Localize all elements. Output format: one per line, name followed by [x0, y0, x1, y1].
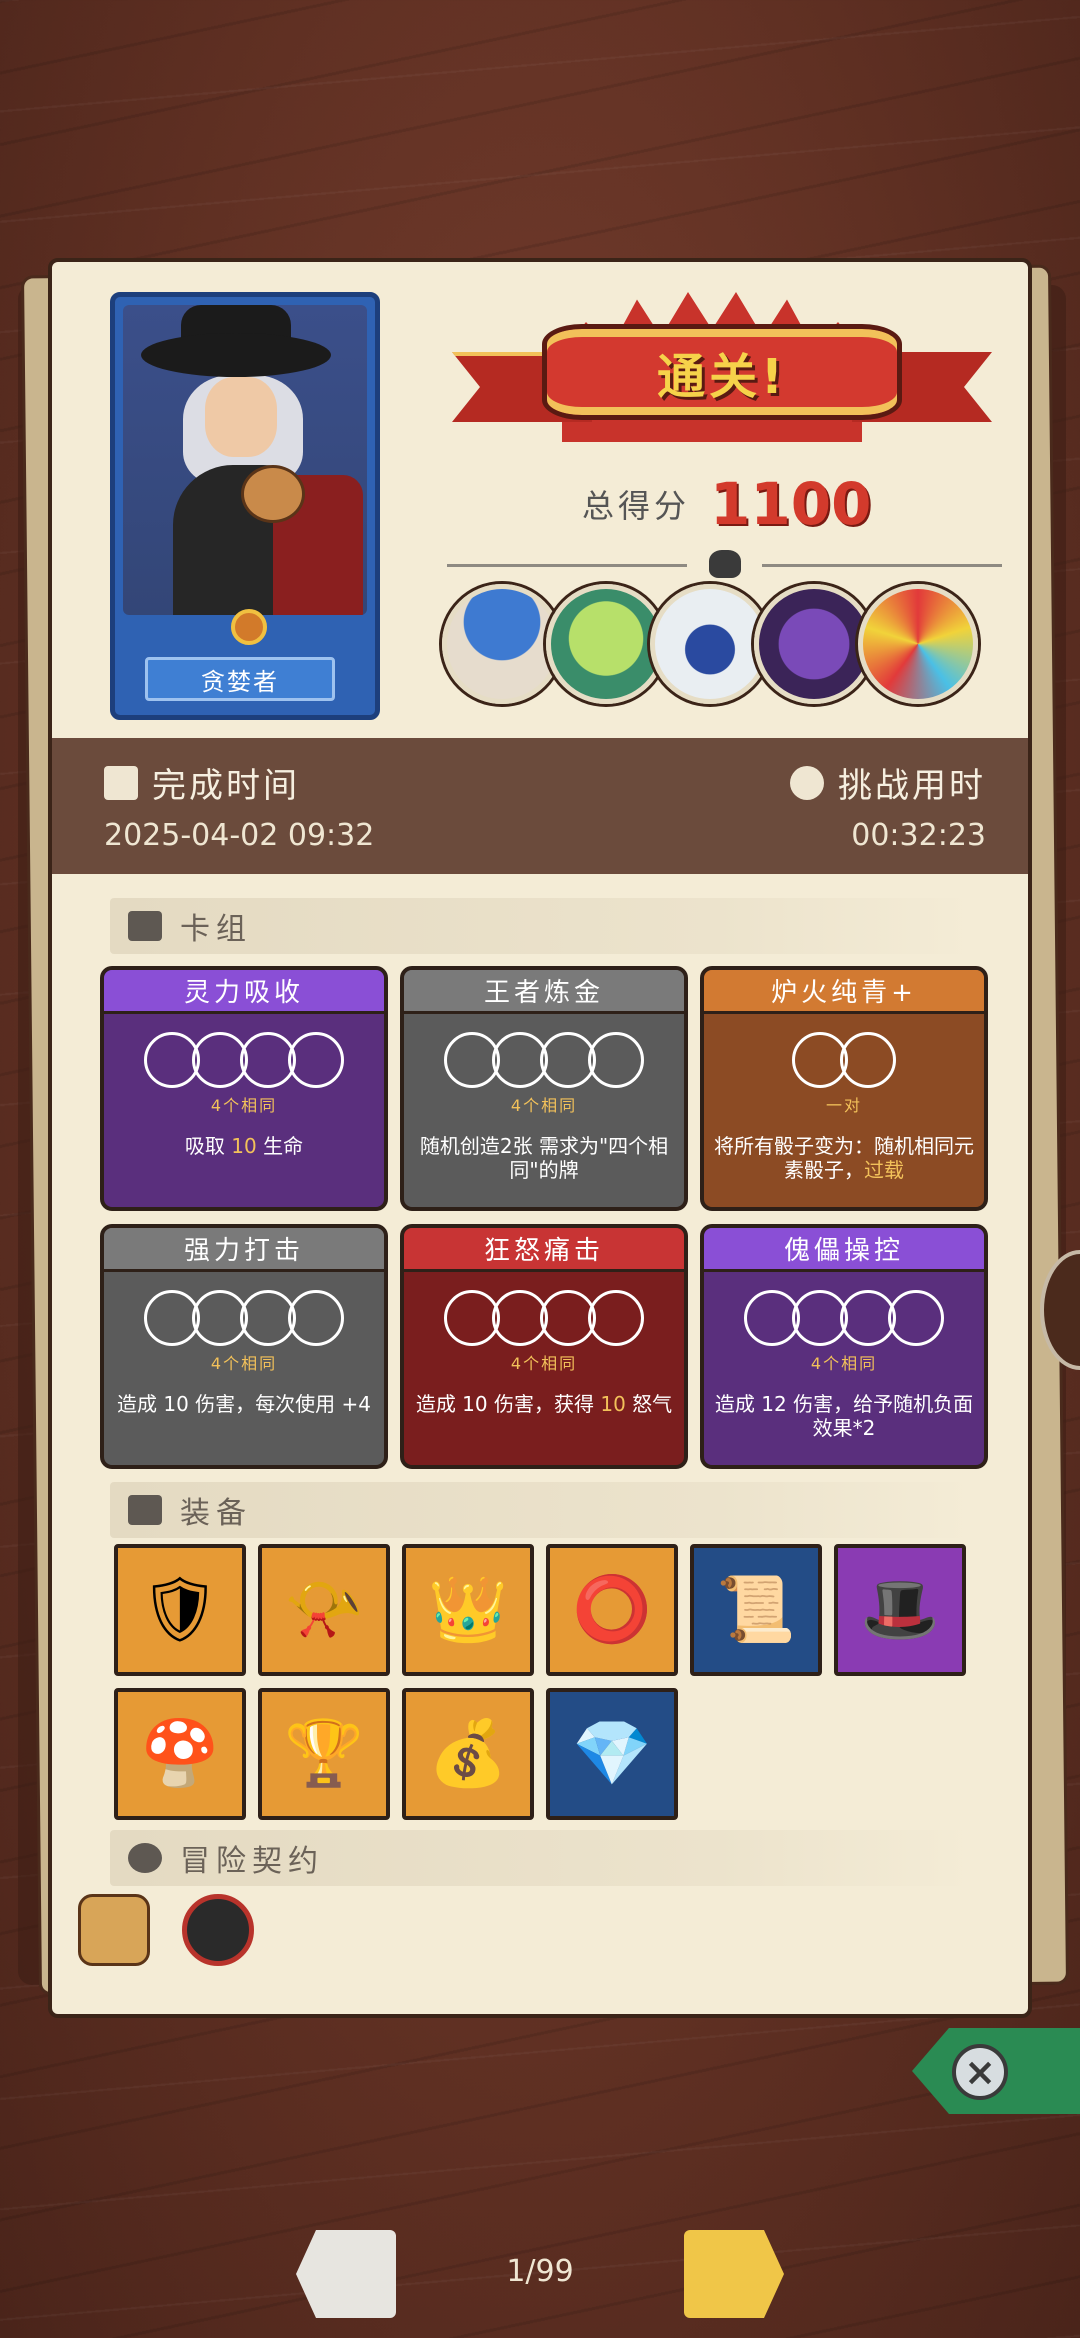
cards-icon: [128, 911, 162, 941]
time-bar: 完成时间 2025-04-02 09:32 挑战用时 00:32:23: [52, 738, 1028, 874]
stopwatch-icon: [790, 765, 824, 800]
boss-green-goblin-icon[interactable]: [546, 584, 666, 704]
card-power-strike[interactable]: 强力打击 4个相同 造成 10 伤害，每次使用 +4: [100, 1224, 388, 1469]
boss-divider: [447, 550, 1002, 580]
clear-banner-text: 通关!: [657, 349, 787, 405]
page-indicator: 1/99: [506, 2254, 574, 2289]
contracts-header: 冒险契约: [110, 1830, 976, 1886]
horn-icon[interactable]: 📯: [258, 1544, 390, 1676]
result-sheet: 贪婪者 通关! 总得分 1100 完成时间 2025-04-02 09:32 挑…: [48, 258, 1032, 2018]
duration-label: 挑战用时: [790, 758, 986, 807]
boss-mushroom-icon[interactable]: [442, 584, 562, 704]
score-value: 1100: [710, 470, 872, 538]
boss-rainbow-egg-icon[interactable]: [858, 584, 978, 704]
sack-icon[interactable]: 💰: [402, 1688, 534, 1820]
hero-portrait: [123, 305, 367, 615]
finish-time-label: 完成时间: [104, 758, 300, 807]
card-hearth-mastery[interactable]: 炉火纯青+ 一对 将所有骰子变为：随机相同元素骰子，过载: [700, 966, 988, 1211]
medal-icon: [231, 609, 267, 645]
duration-value: 00:32:23: [851, 818, 986, 853]
deck-header: 卡组: [110, 898, 976, 954]
blue-shield-icon[interactable]: 🛡: [114, 1544, 246, 1676]
scroll-contract-icon[interactable]: [78, 1894, 150, 1966]
boss-white-yeti-icon[interactable]: [650, 584, 770, 704]
goblet-icon[interactable]: 🏆: [258, 1688, 390, 1820]
mushrooms-icon[interactable]: 🍄: [114, 1688, 246, 1820]
feather-hat-icon[interactable]: 🎩: [834, 1544, 966, 1676]
card-puppet-control[interactable]: 傀儡操控 4个相同 造成 12 伤害，给予随机负面效果*2: [700, 1224, 988, 1469]
card-rage-blow[interactable]: 狂怒痛击 4个相同 造成 10 伤害，获得 10 怒气: [400, 1224, 688, 1469]
close-icon[interactable]: ×: [952, 2044, 1008, 2100]
cube-icon: [128, 1495, 162, 1525]
prev-page-button[interactable]: [296, 2230, 396, 2318]
crown-icon[interactable]: 👑: [402, 1544, 534, 1676]
hero-card[interactable]: 贪婪者: [110, 292, 380, 720]
hero-name: 贪婪者: [145, 657, 335, 701]
person-icon: [128, 1843, 162, 1873]
round-shield-icon[interactable]: ⭕: [546, 1544, 678, 1676]
score-label: 总得分: [582, 487, 691, 525]
red-rune-icon[interactable]: [182, 1894, 254, 1966]
score-row: 总得分 1100: [582, 470, 871, 538]
boss-purple-dragon-icon[interactable]: [754, 584, 874, 704]
card-royal-alchemy[interactable]: 王者炼金 4个相同 随机创造2张 需求为"四个相同"的牌: [400, 966, 688, 1211]
defeated-bosses: [442, 584, 978, 704]
skull-icon: [709, 550, 741, 578]
equipment-header: 装备: [110, 1482, 976, 1538]
clear-banner: 通关!: [452, 292, 992, 462]
scroll-icon[interactable]: 📜: [690, 1544, 822, 1676]
finish-time-value: 2025-04-02 09:32: [104, 818, 375, 853]
card-spirit-drain[interactable]: 灵力吸收 4个相同 吸取 10 生命: [100, 966, 388, 1211]
film-icon: [104, 765, 138, 800]
diamond-icon[interactable]: 💎: [546, 1688, 678, 1820]
next-page-button[interactable]: [684, 2230, 784, 2318]
